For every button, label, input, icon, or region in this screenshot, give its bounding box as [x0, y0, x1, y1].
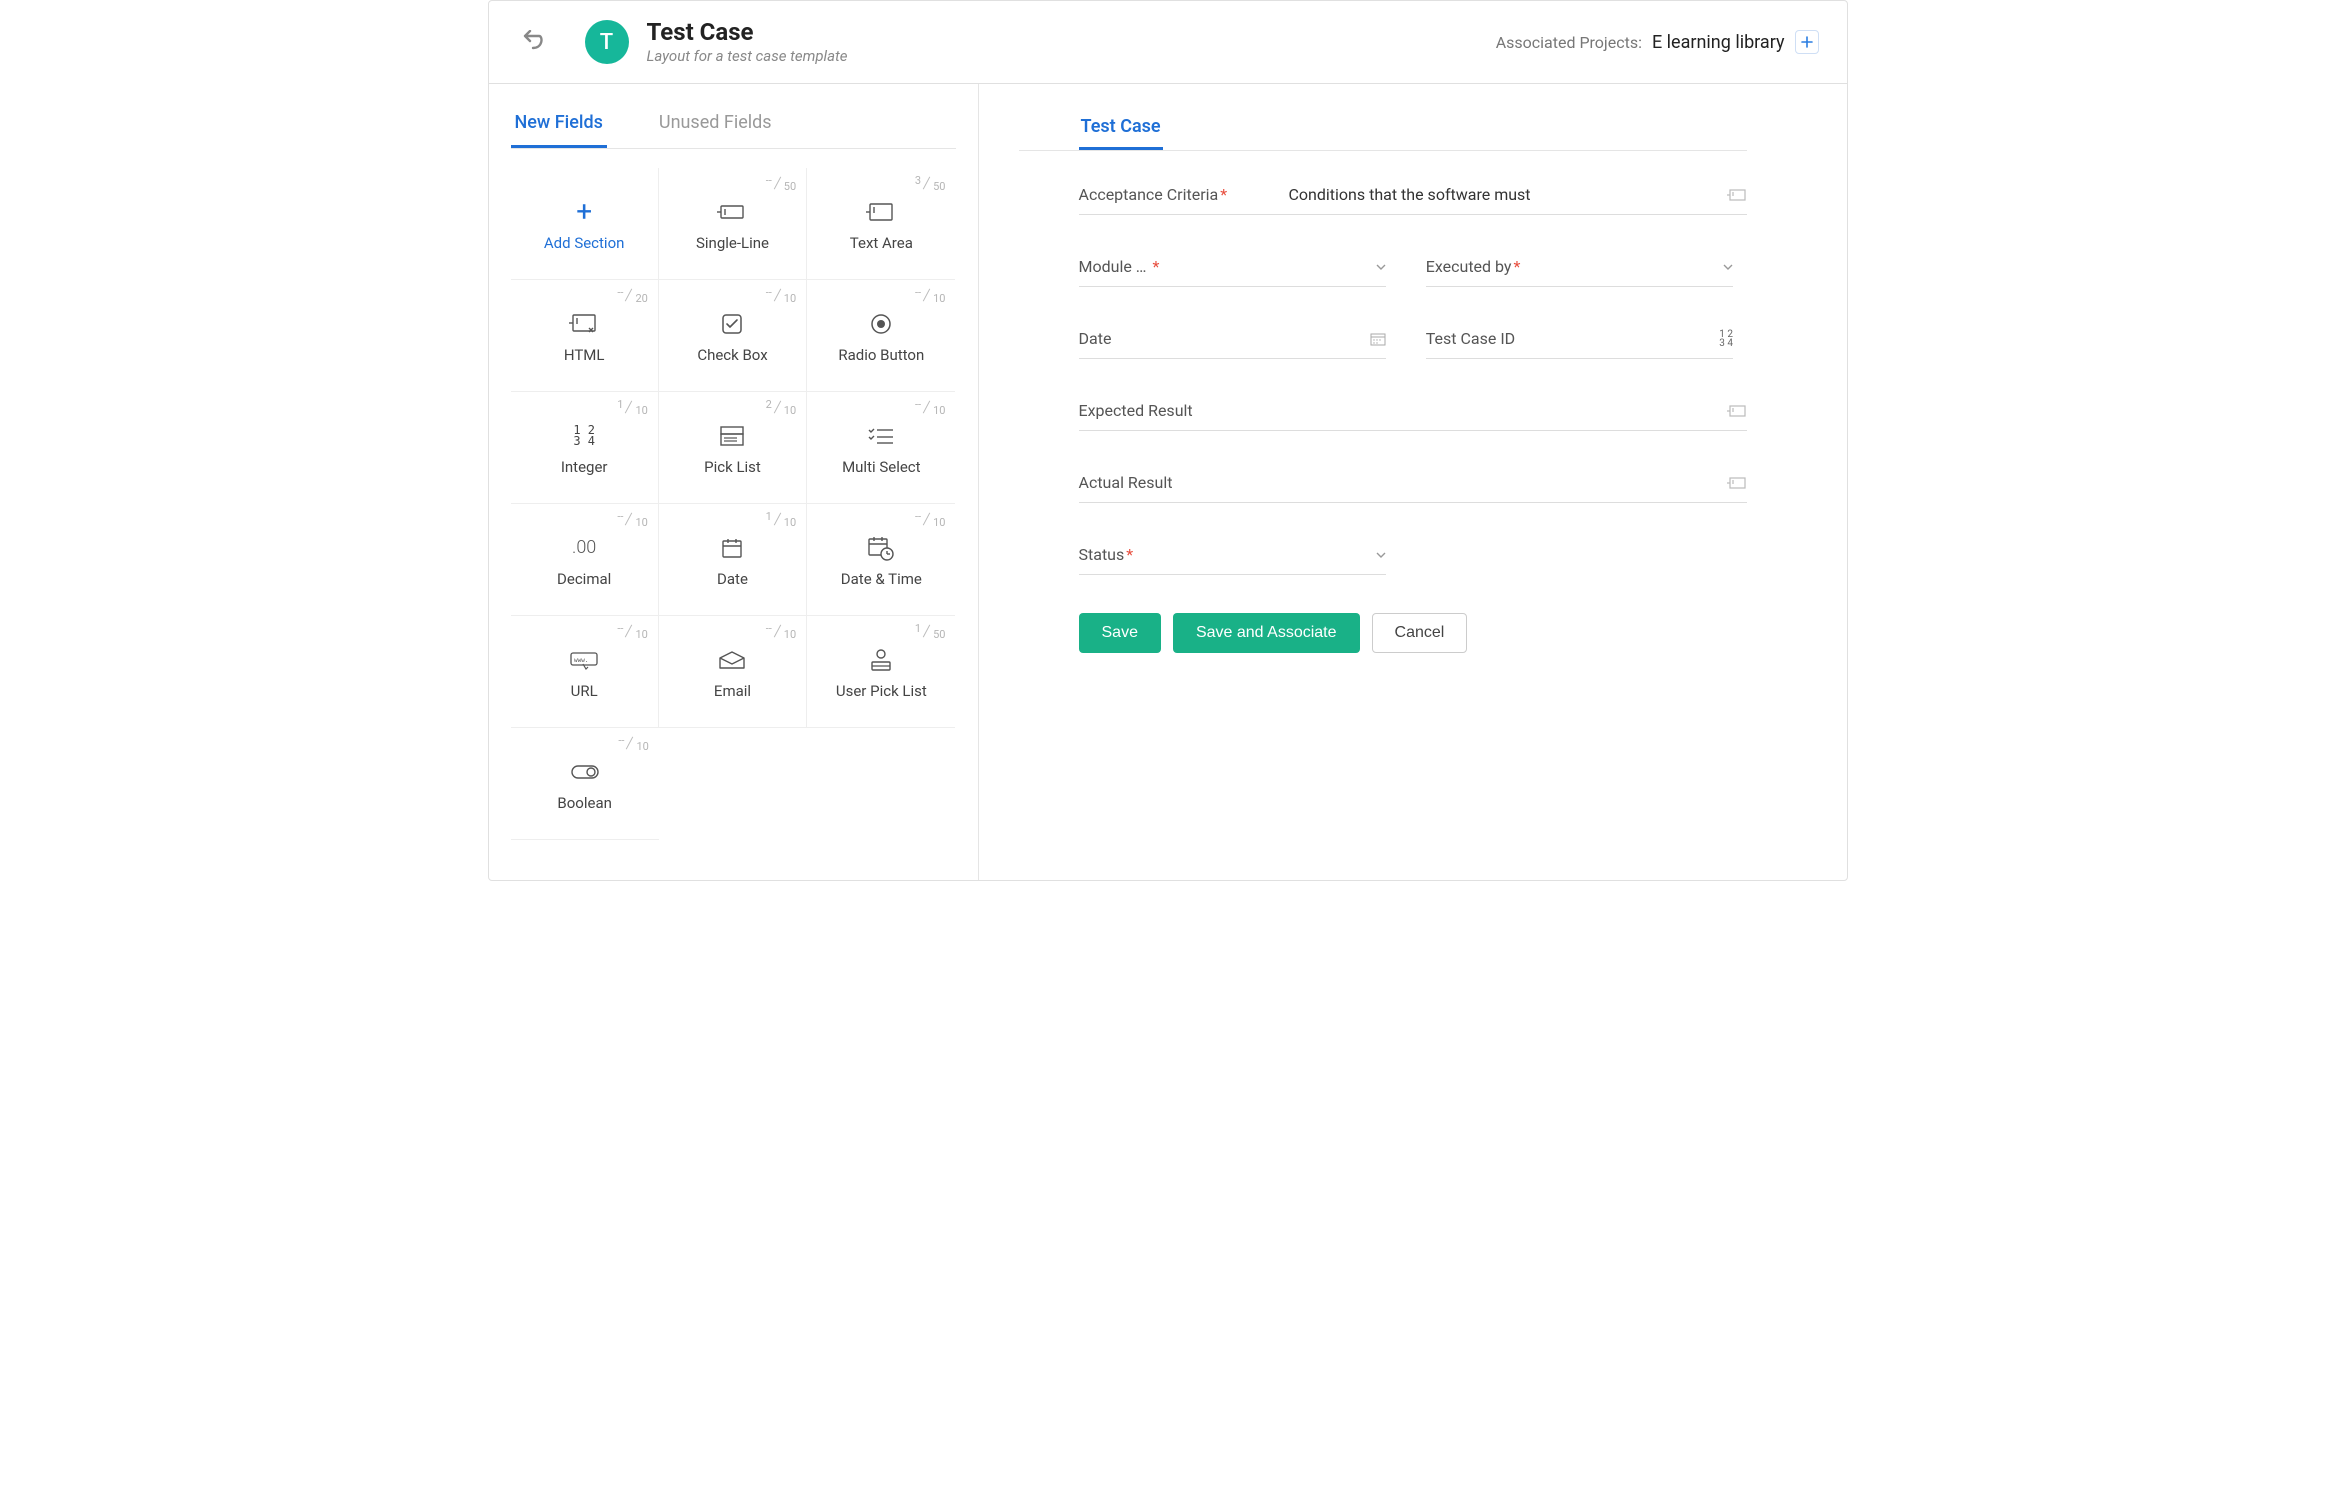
field-type-label: Integer: [561, 458, 608, 476]
field-executed-by[interactable]: Executed by*: [1426, 253, 1733, 287]
field-type-label: Boolean: [557, 794, 612, 812]
field-type-decimal[interactable]: --10 .00 Decimal: [511, 504, 659, 616]
action-buttons: Save Save and Associate Cancel: [1019, 613, 1747, 653]
picklist-icon: [719, 420, 745, 452]
text-area-indicator-icon: [1727, 404, 1747, 418]
field-type-integer[interactable]: 110 1 2 3 4 Integer: [511, 392, 659, 504]
field-type-label: Date & Time: [841, 570, 922, 588]
user-icon: [868, 644, 894, 676]
field-type-label: Single-Line: [696, 234, 769, 252]
save-button[interactable]: Save: [1079, 613, 1161, 653]
plus-icon: +: [576, 196, 592, 228]
back-arrow-icon: [517, 30, 547, 54]
add-section-label: Add Section: [544, 234, 625, 252]
field-type-checkbox[interactable]: --10 Check Box: [659, 280, 807, 392]
field-type-label: Decimal: [557, 570, 611, 588]
field-actual-result[interactable]: Actual Result: [1079, 469, 1747, 503]
associated-project-name[interactable]: E learning library: [1652, 32, 1785, 53]
field-acceptance-criteria[interactable]: Acceptance Criteria* Conditions that the…: [1079, 181, 1747, 215]
field-type-picklist[interactable]: 210 Pick List: [659, 392, 807, 504]
layout-avatar: T: [585, 20, 629, 64]
section-title[interactable]: Test Case: [1079, 108, 1163, 150]
associated-projects: Associated Projects: E learning library: [1496, 30, 1819, 54]
field-type-boolean[interactable]: --10 Boolean: [511, 728, 659, 840]
field-type-grid: + Add Section --50 Single-Line 350 Text …: [511, 167, 956, 840]
page-subtitle: Layout for a test case template: [647, 47, 1496, 65]
integer-indicator-icon: 1 2 3 4: [1719, 330, 1733, 348]
email-icon: [718, 644, 746, 676]
field-palette: New Fields Unused Fields + Add Section -…: [489, 84, 979, 880]
datetime-icon: [867, 532, 895, 564]
field-type-multiselect[interactable]: --10 Multi Select: [807, 392, 955, 504]
integer-icon: 1 2 3 4: [573, 420, 595, 452]
field-module[interactable]: Module … *: [1079, 253, 1386, 287]
dropdown-icon: [1376, 552, 1386, 558]
add-project-button[interactable]: [1795, 30, 1819, 54]
field-type-label: Email: [714, 682, 751, 700]
checkbox-icon: [720, 308, 744, 340]
field-type-email[interactable]: --10 Email: [659, 616, 807, 728]
field-type-single-line[interactable]: --50 Single-Line: [659, 168, 807, 280]
field-type-label: HTML: [564, 346, 605, 364]
svg-text:www.: www.: [574, 657, 588, 664]
field-expected-result[interactable]: Expected Result: [1079, 397, 1747, 431]
palette-tabs: New Fields Unused Fields: [511, 102, 956, 149]
page-title: Test Case: [647, 19, 1496, 45]
field-type-label: Pick List: [704, 458, 761, 476]
field-type-html[interactable]: --20 HTML: [511, 280, 659, 392]
field-type-label: URL: [571, 682, 598, 700]
toggle-icon: [570, 756, 600, 788]
field-type-datetime[interactable]: --10 Date & Time: [807, 504, 955, 616]
decimal-icon: .00: [572, 532, 596, 564]
calendar-icon: [720, 532, 744, 564]
field-status[interactable]: Status*: [1079, 541, 1386, 575]
plus-icon: [1801, 36, 1813, 48]
field-type-label: Text Area: [850, 234, 913, 252]
section-header: Test Case: [1019, 108, 1747, 151]
associated-label: Associated Projects:: [1496, 33, 1642, 52]
field-type-label: Date: [717, 570, 748, 588]
calendar-indicator-icon: [1370, 332, 1386, 346]
save-and-associate-button[interactable]: Save and Associate: [1173, 613, 1360, 653]
dropdown-icon: [1723, 264, 1733, 270]
multiselect-icon: [867, 420, 895, 452]
url-icon: www.: [569, 644, 599, 676]
field-type-date[interactable]: 110 Date: [659, 504, 807, 616]
add-section-tile[interactable]: + Add Section: [511, 168, 659, 280]
field-type-label: Multi Select: [842, 458, 921, 476]
text-area-icon: [866, 196, 896, 228]
layout-editor: T Test Case Layout for a test case templ…: [488, 0, 1848, 881]
field-type-label: Check Box: [697, 346, 767, 364]
html-icon: [569, 308, 599, 340]
field-date[interactable]: Date: [1079, 325, 1386, 359]
field-type-label: Radio Button: [838, 346, 924, 364]
field-type-userpicklist[interactable]: 150 User Pick List: [807, 616, 955, 728]
header: T Test Case Layout for a test case templ…: [489, 1, 1847, 84]
single-line-icon: [717, 196, 747, 228]
dropdown-icon: [1376, 264, 1386, 270]
field-type-url[interactable]: --10 www. URL: [511, 616, 659, 728]
field-test-case-id[interactable]: Test Case ID 1 2 3 4: [1426, 325, 1733, 359]
layout-canvas: Test Case Acceptance Criteria* Condition…: [979, 84, 1847, 880]
tab-new-fields[interactable]: New Fields: [511, 102, 607, 148]
radio-icon: [869, 308, 893, 340]
text-area-indicator-icon: [1727, 476, 1747, 490]
field-type-text-area[interactable]: 350 Text Area: [807, 168, 955, 280]
tab-unused-fields[interactable]: Unused Fields: [655, 102, 776, 148]
cancel-button[interactable]: Cancel: [1372, 613, 1468, 653]
field-type-radio[interactable]: --10 Radio Button: [807, 280, 955, 392]
back-button[interactable]: [517, 30, 547, 54]
field-type-label: User Pick List: [836, 682, 927, 700]
text-area-indicator-icon: [1727, 188, 1747, 202]
